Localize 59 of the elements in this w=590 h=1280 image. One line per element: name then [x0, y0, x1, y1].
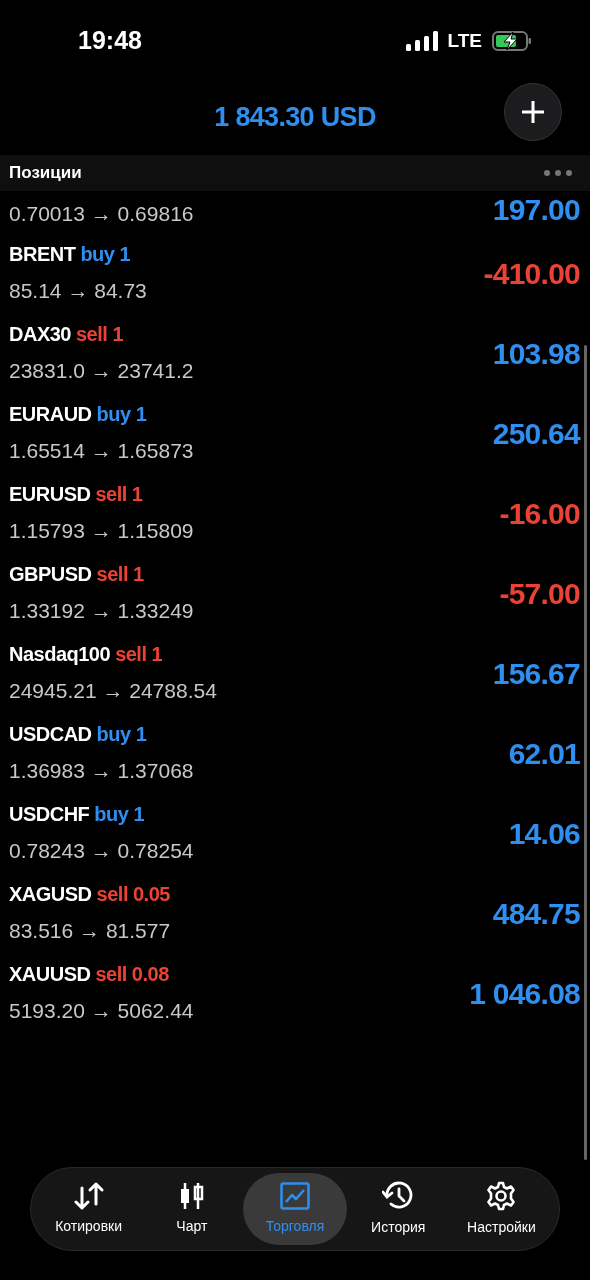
price-change: 1.65514 → 1.65873 — [9, 438, 194, 465]
price-change: 1.15793 → 1.15809 — [9, 518, 194, 545]
signal-icon — [405, 31, 438, 51]
trade-side: sell 1 — [115, 642, 163, 668]
symbol-name: GBPUSD — [9, 562, 92, 588]
price-change: 23831.0 → 23741.2 — [9, 358, 194, 385]
profit-value: 156.67 — [492, 655, 580, 692]
trade-side: sell 0.05 — [96, 882, 170, 908]
profit-value: 14.06 — [508, 815, 580, 852]
trade-side: buy 1 — [96, 402, 147, 428]
arrows-up-down-icon — [73, 1181, 104, 1210]
symbol-name: XAGUSD — [9, 882, 92, 908]
profit-value: -410.00 — [483, 255, 580, 292]
network-label: LTE — [447, 28, 482, 53]
price-change: 1.33192 → 1.33249 — [9, 598, 194, 625]
status-time: 19:48 — [78, 25, 142, 57]
profit-value: 250.64 — [492, 415, 580, 452]
history-clock-icon — [382, 1180, 415, 1211]
symbol-name: USDCAD — [9, 722, 92, 748]
plus-icon — [521, 100, 545, 124]
symbol-name: EURAUD — [9, 402, 92, 428]
price-change: 0.78243 → 0.78254 — [9, 838, 194, 865]
price-change: 24945.21 → 24788.54 — [9, 678, 217, 705]
profit-value: 197.00 — [492, 192, 580, 228]
more-icon[interactable] — [544, 170, 572, 176]
trade-side: buy 1 — [96, 722, 147, 748]
battery-charging-icon — [492, 31, 532, 51]
symbol-name: XAUUSD — [9, 962, 91, 988]
trade-side: sell 1 — [95, 482, 143, 508]
line-chart-icon — [280, 1181, 310, 1210]
symbol-name: BRENT — [9, 242, 76, 268]
profit-value: -16.00 — [499, 495, 580, 532]
profit-value: -57.00 — [499, 575, 580, 612]
tab-button[interactable]: История — [346, 1173, 450, 1245]
price-change: 0.70013 → 0.69816 — [9, 200, 194, 227]
tab-button[interactable]: Настройки — [449, 1173, 553, 1245]
trade-side: sell 1 — [76, 322, 124, 348]
symbol-name: USDCHF — [9, 802, 90, 828]
symbol-name: DAX30 — [9, 322, 71, 348]
trade-side: sell 0.08 — [95, 962, 169, 988]
trade-side: sell 1 — [96, 562, 144, 588]
price-change: 5193.20 → 5062.44 — [9, 998, 194, 1025]
symbol-name: Nasdaq100 — [9, 642, 111, 668]
profit-value: 103.98 — [492, 335, 580, 372]
tab-button[interactable]: Чарт — [140, 1173, 244, 1245]
symbol-name: EURUSD — [9, 482, 91, 508]
settings-icon — [486, 1180, 517, 1211]
tab-button[interactable]: Котировки — [37, 1173, 141, 1245]
profit-value: 1 046.08 — [469, 975, 580, 1012]
profit-value: 484.75 — [492, 895, 580, 932]
price-change: 83.516 → 81.577 — [9, 918, 171, 945]
balance-amount: 1 843.30 USD — [214, 101, 376, 135]
section-title: Позиции — [9, 162, 82, 185]
price-change: 85.14 → 84.73 — [9, 278, 147, 305]
trade-side: buy 1 — [94, 802, 145, 828]
profit-value: 62.01 — [508, 735, 580, 772]
price-change: 1.36983 → 1.37068 — [9, 758, 194, 785]
candlestick-icon — [179, 1181, 204, 1210]
trade-side: buy 1 — [80, 242, 131, 268]
